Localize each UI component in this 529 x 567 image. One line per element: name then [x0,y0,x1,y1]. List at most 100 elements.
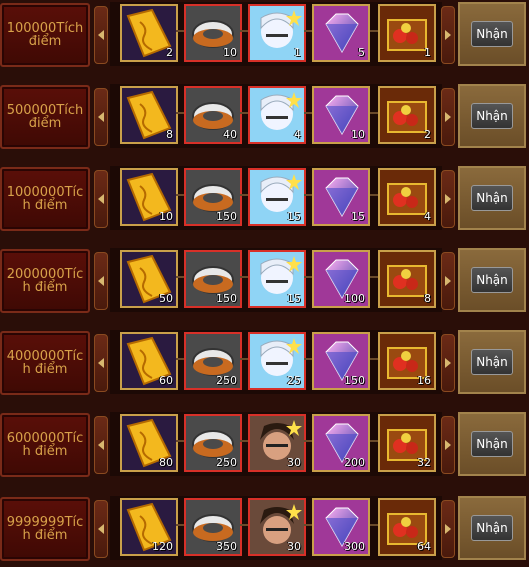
chest-reward[interactable]: 4 [378,168,436,226]
claim-button[interactable]: Nhận [471,267,513,293]
chest-reward[interactable]: 2 [378,86,436,144]
quantity: 15 [287,292,301,305]
quantity: 300 [344,540,365,553]
ring-reward[interactable]: 250 [184,414,242,472]
scroll-left-button[interactable] [94,416,108,474]
claim-panel: Nhận [458,330,526,394]
ticket-reward[interactable]: 80 [120,414,178,472]
chest-reward[interactable]: 16 [378,332,436,390]
ticket-reward[interactable]: 8 [120,86,178,144]
reward-row: 100000Tích điểm 2 10 1 5 1 Nhận [0,0,529,67]
scroll-right-button[interactable] [441,416,455,474]
scroll-right-button[interactable] [441,252,455,310]
milestone-label: 4000000Tích điểm [0,331,90,395]
quantity: 30 [287,540,301,553]
ticket-reward[interactable]: 10 [120,168,178,226]
claim-button[interactable]: Nhận [471,185,513,211]
avatar-reward[interactable]: 1 [248,4,306,62]
claim-button[interactable]: Nhận [471,515,513,541]
quantity: 64 [417,540,431,553]
gem-reward[interactable]: 15 [312,168,370,226]
arrow-left-icon [98,30,104,40]
gem-reward[interactable]: 150 [312,332,370,390]
ring-reward[interactable]: 350 [184,498,242,556]
gem-reward[interactable]: 10 [312,86,370,144]
ticket-reward[interactable]: 120 [120,498,178,556]
scroll-right-button[interactable] [441,88,455,146]
reward-track: 50 150 15 100 8 [110,248,442,312]
claim-button[interactable]: Nhận [471,349,513,375]
claim-button[interactable]: Nhận [471,21,513,47]
scroll-left-button[interactable] [94,334,108,392]
scroll-left-button[interactable] [94,252,108,310]
quantity: 1 [294,46,301,59]
ring-reward[interactable]: 150 [184,250,242,308]
scroll-left-button[interactable] [94,500,108,558]
quantity: 150 [344,374,365,387]
milestone-label: 1000000Tích điểm [0,167,90,231]
quantity: 8 [166,128,173,141]
scroll-right-button[interactable] [441,334,455,392]
arrow-right-icon [445,30,451,40]
claim-panel: Nhận [458,2,526,66]
ring-reward[interactable]: 40 [184,86,242,144]
ring-reward[interactable]: 10 [184,4,242,62]
scroll-left-button[interactable] [94,170,108,228]
arrow-left-icon [98,194,104,204]
quantity: 250 [216,374,237,387]
quantity: 1 [424,46,431,59]
scroll-left-button[interactable] [94,88,108,146]
ticket-reward[interactable]: 50 [120,250,178,308]
gem-reward[interactable]: 5 [312,4,370,62]
scroll-right-button[interactable] [441,6,455,64]
arrow-right-icon [445,276,451,286]
gem-reward[interactable]: 300 [312,498,370,556]
gem-reward[interactable]: 200 [312,414,370,472]
chest-reward[interactable]: 8 [378,250,436,308]
gem-reward[interactable]: 100 [312,250,370,308]
quantity: 4 [424,210,431,223]
avatar-reward[interactable]: 30 [248,498,306,556]
chest-reward[interactable]: 32 [378,414,436,472]
quantity: 2 [424,128,431,141]
arrow-right-icon [445,524,451,534]
reward-row: 4000000Tích điểm 60 250 25 150 16 Nhận [0,328,529,395]
chest-reward[interactable]: 1 [378,4,436,62]
avatar-reward[interactable]: 4 [248,86,306,144]
chest-reward[interactable]: 64 [378,498,436,556]
reward-row: 2000000Tích điểm 50 150 15 100 8 Nhận [0,246,529,313]
scroll-left-button[interactable] [94,6,108,64]
reward-track: 2 10 1 5 1 [110,2,442,66]
avatar-reward[interactable]: 30 [248,414,306,472]
reward-track: 8 40 4 10 2 [110,84,442,148]
quantity: 60 [159,374,173,387]
claim-panel: Nhận [458,496,526,560]
claim-panel: Nhận [458,166,526,230]
ring-reward[interactable]: 250 [184,332,242,390]
reward-row: 6000000Tích điểm 80 250 30 200 32 Nhận [0,410,529,477]
arrow-right-icon [445,112,451,122]
claim-button[interactable]: Nhận [471,431,513,457]
quantity: 40 [223,128,237,141]
avatar-reward[interactable]: 15 [248,168,306,226]
ticket-reward[interactable]: 2 [120,4,178,62]
quantity: 2 [166,46,173,59]
scroll-right-button[interactable] [441,170,455,228]
avatar-reward[interactable]: 15 [248,250,306,308]
scroll-right-button[interactable] [441,500,455,558]
arrow-left-icon [98,524,104,534]
quantity: 5 [358,46,365,59]
reward-track: 60 250 25 150 16 [110,330,442,394]
ring-reward[interactable]: 150 [184,168,242,226]
quantity: 200 [344,456,365,469]
arrow-right-icon [445,358,451,368]
quantity: 10 [223,46,237,59]
claim-panel: Nhận [458,412,526,476]
quantity: 30 [287,456,301,469]
reward-track: 80 250 30 200 32 [110,412,442,476]
claim-panel: Nhận [458,248,526,312]
avatar-reward[interactable]: 25 [248,332,306,390]
ticket-reward[interactable]: 60 [120,332,178,390]
reward-track: 10 150 15 15 4 [110,166,442,230]
claim-button[interactable]: Nhận [471,103,513,129]
